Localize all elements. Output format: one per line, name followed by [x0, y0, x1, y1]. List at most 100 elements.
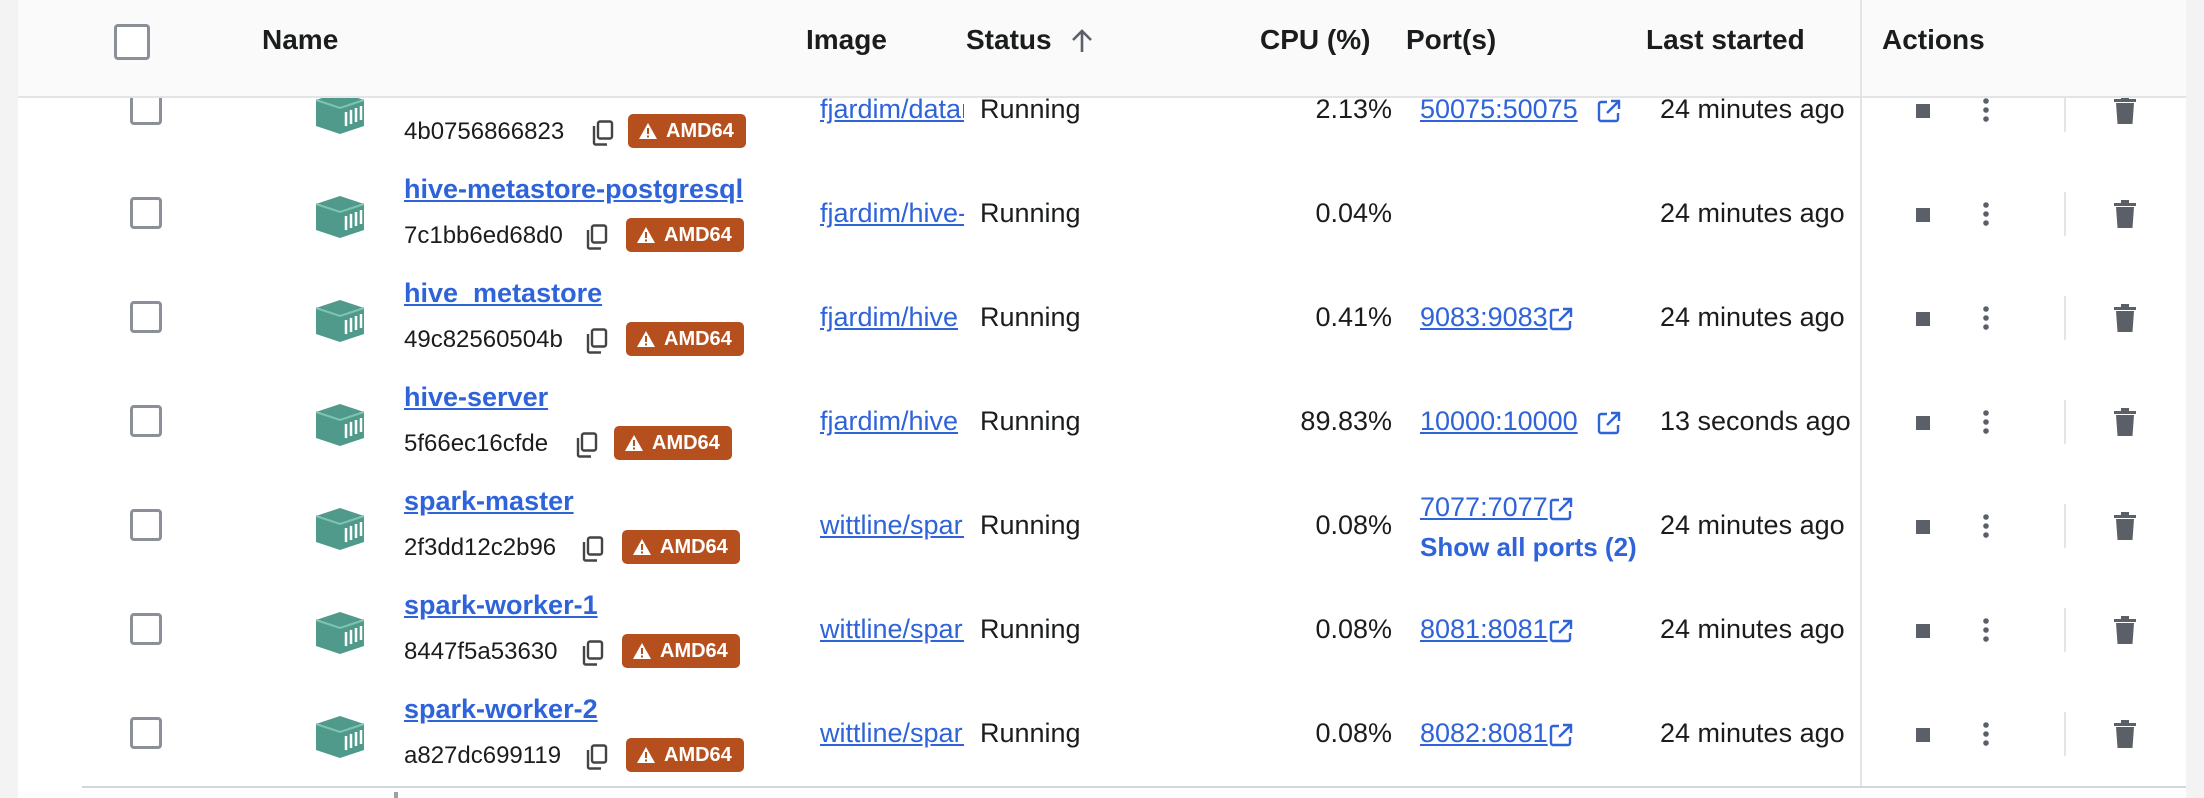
image-link[interactable]: fjardim/hive [820, 406, 964, 437]
container-icon [315, 508, 365, 550]
column-header-status[interactable]: Status [966, 0, 1052, 96]
container-name-link[interactable]: spark-worker-1 [404, 590, 598, 621]
copy-icon[interactable] [586, 224, 608, 250]
row-checkbox[interactable] [130, 613, 162, 645]
image-link[interactable]: fjardim/datanode [820, 94, 964, 125]
column-header-image[interactable]: Image [806, 0, 887, 96]
row-checkbox[interactable] [130, 301, 162, 333]
column-header-last-started[interactable]: Last started [1646, 0, 1805, 96]
cpu-value: 0.41% [1315, 302, 1392, 332]
arch-label: AMD64 [660, 640, 728, 662]
arch-label: AMD64 [664, 744, 732, 766]
copy-icon[interactable] [592, 120, 614, 146]
image-link[interactable]: fjardim/hive-metastore [820, 198, 964, 229]
trash-icon[interactable] [2112, 198, 2138, 230]
external-link-icon[interactable] [1548, 496, 1574, 522]
warning-icon [633, 539, 651, 555]
cpu-value: 2.13% [1315, 94, 1392, 124]
more-vertical-icon[interactable] [1974, 198, 1998, 230]
stop-icon[interactable] [1910, 202, 1936, 228]
select-all-checkbox[interactable] [114, 24, 150, 60]
table-row[interactable]: spark-worker-2 a827dc699119 AMD64 wittli… [82, 682, 2188, 786]
container-id: 2f3dd12c2b96 [404, 534, 557, 561]
arch-badge: AMD64 [628, 114, 746, 148]
external-link-icon[interactable] [1548, 306, 1574, 332]
copy-icon[interactable] [582, 640, 604, 666]
port-link[interactable]: 8081:8081 [1420, 614, 1548, 645]
port-link[interactable]: 50075:50075 [1420, 94, 1578, 125]
stop-icon[interactable] [1910, 306, 1936, 332]
port-link[interactable]: 7077:7077 [1420, 492, 1548, 523]
status-text: Running [980, 718, 1081, 748]
image-link[interactable]: fjardim/hive [820, 302, 964, 333]
external-link-icon[interactable] [1548, 722, 1574, 748]
port-link[interactable]: 8082:8081 [1420, 718, 1548, 749]
more-vertical-icon[interactable] [1974, 614, 1998, 646]
stop-icon[interactable] [1910, 410, 1936, 436]
arch-label: AMD64 [660, 536, 728, 558]
actions-divider [2064, 504, 2066, 548]
trash-icon[interactable] [2112, 94, 2138, 126]
container-name-link[interactable]: spark-worker-2 [404, 694, 598, 725]
copy-icon[interactable] [586, 328, 608, 354]
container-icon [315, 404, 365, 446]
row-checkbox[interactable] [130, 197, 162, 229]
show-all-ports-link[interactable]: Show all ports (2) [1420, 532, 1637, 563]
port-link[interactable]: 9083:9083 [1420, 302, 1548, 333]
stop-icon[interactable] [1910, 98, 1936, 124]
stop-icon[interactable] [1910, 618, 1936, 644]
last-started: 24 minutes ago [1660, 198, 1845, 228]
copy-icon[interactable] [586, 744, 608, 770]
image-link[interactable]: wittline/spark [820, 718, 964, 749]
external-link-icon[interactable] [1596, 410, 1622, 436]
last-started: 24 minutes ago [1660, 302, 1845, 332]
arch-badge: AMD64 [622, 530, 740, 564]
row-checkbox[interactable] [130, 717, 162, 749]
container-id: 4b0756866823 [404, 118, 565, 145]
actions-header-cell: Actions [1860, 0, 2188, 96]
stop-icon[interactable] [1910, 722, 1936, 748]
external-link-icon[interactable] [1548, 618, 1574, 644]
port-link[interactable]: 10000:10000 [1420, 406, 1578, 437]
trash-icon[interactable] [2112, 510, 2138, 542]
trash-icon[interactable] [2112, 614, 2138, 646]
more-vertical-icon[interactable] [1974, 406, 1998, 438]
table-row[interactable]: hive-metastore-postgresql 7c1bb6ed68d0 A… [82, 162, 2188, 267]
container-name-link[interactable]: hive-server [404, 382, 548, 413]
warning-icon [637, 747, 655, 763]
copy-icon[interactable] [576, 432, 598, 458]
table-row[interactable]: hive_metastore 49c82560504b AMD64 fjardi… [82, 266, 2188, 371]
more-vertical-icon[interactable] [1974, 94, 1998, 126]
column-header-name[interactable]: Name [262, 0, 338, 96]
container-name-link[interactable]: hive_metastore [404, 278, 602, 309]
arrow-up-icon[interactable] [1070, 28, 1094, 54]
table-row[interactable]: hive-server 5f66ec16cfde AMD64 fjardim/h… [82, 370, 2188, 475]
table-body: 4b0756866823 AMD64 fjardim/datanode Runn… [18, 0, 2204, 798]
more-vertical-icon[interactable] [1974, 302, 1998, 334]
more-vertical-icon[interactable] [1974, 510, 1998, 542]
column-header-ports[interactable]: Port(s) [1406, 0, 1496, 96]
row-checkbox[interactable] [130, 509, 162, 541]
table-row[interactable]: spark-worker-1 8447f5a53630 AMD64 wittli… [82, 578, 2188, 683]
external-link-icon[interactable] [1596, 98, 1622, 124]
scrollbar-track[interactable] [2186, 0, 2204, 798]
trash-icon[interactable] [2112, 406, 2138, 438]
container-name-link[interactable]: hive-metastore-postgresql [404, 174, 743, 205]
table-row[interactable]: spark-master 2f3dd12c2b96 AMD64 wittline… [82, 474, 2188, 579]
image-link[interactable]: wittline/spark [820, 614, 964, 645]
container-name-link[interactable]: spark-master [404, 486, 574, 517]
actions-divider [2064, 400, 2066, 444]
status-text: Running [980, 406, 1081, 436]
arch-badge: AMD64 [614, 426, 732, 460]
more-vertical-icon[interactable] [1974, 718, 1998, 750]
copy-icon[interactable] [582, 536, 604, 562]
trash-icon[interactable] [2112, 302, 2138, 334]
arch-label: AMD64 [664, 328, 732, 350]
container-id: 49c82560504b [404, 326, 563, 353]
row-checkbox[interactable] [130, 405, 162, 437]
image-link[interactable]: wittline/spark [820, 510, 964, 541]
trash-icon[interactable] [2112, 718, 2138, 750]
stop-icon[interactable] [1910, 514, 1936, 540]
column-header-cpu[interactable]: CPU (%) [1260, 0, 1370, 96]
actions-divider [2064, 712, 2066, 756]
